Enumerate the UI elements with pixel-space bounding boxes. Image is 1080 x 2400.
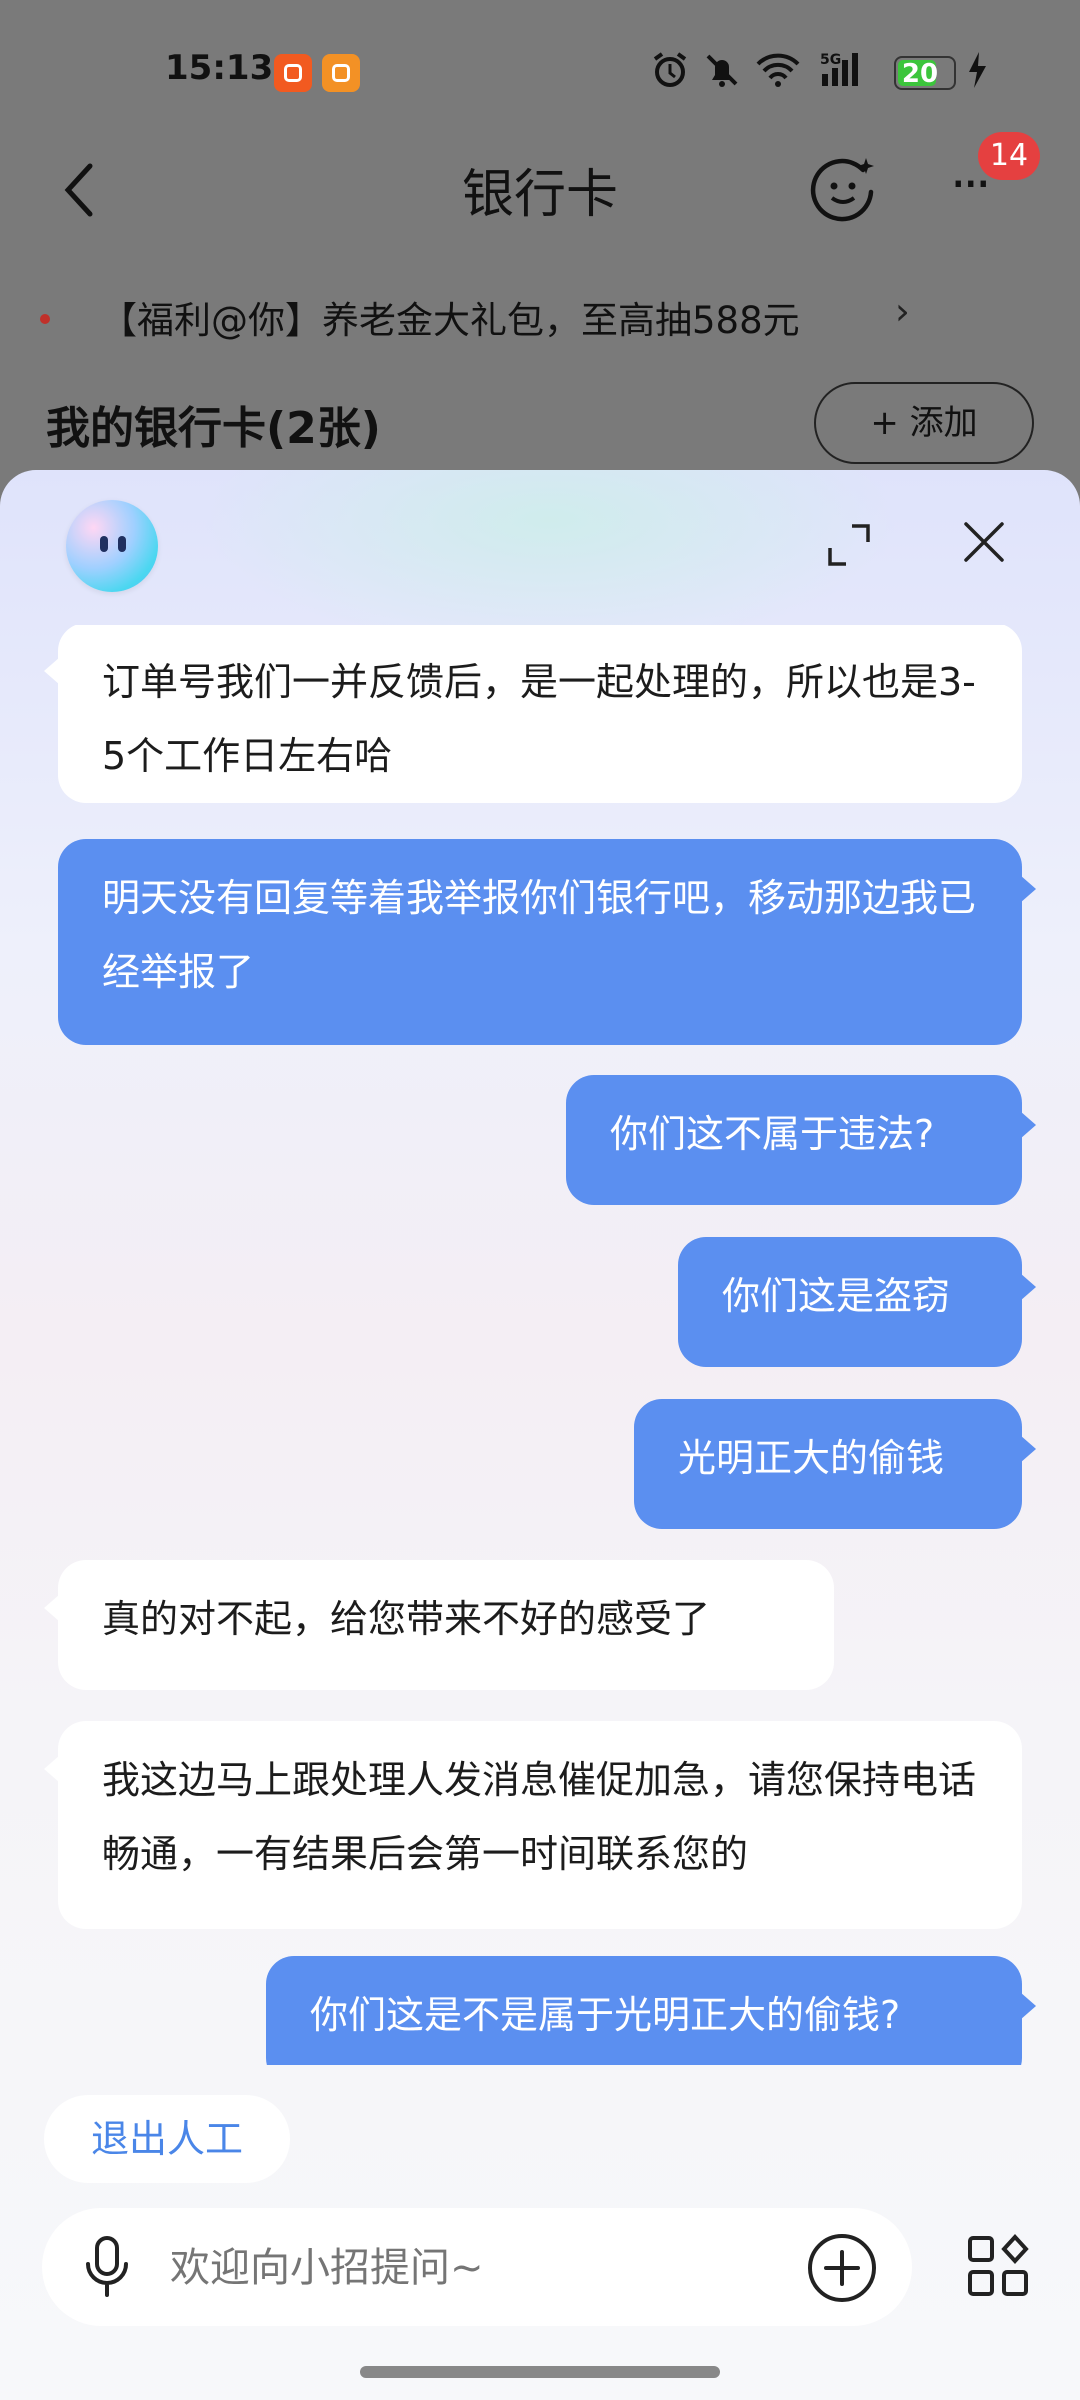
bot-message: 我这边马上跟处理人发消息催促加急，请您保持电话畅通，一有结果后会第一时间联系您的 [44,1721,1022,1929]
battery-icon: 20 [894,56,956,90]
user-message: 明天没有回复等着我举报你们银行吧，移动那边我已经举报了 [58,839,1036,1045]
page-title: 银行卡 [461,165,618,225]
grid-icon[interactable] [966,2234,1030,2298]
status-time: 15:13 [165,48,274,88]
user-message: 光明正大的偷钱 [634,1399,1036,1529]
app-notification-icon [322,54,360,92]
chevron-right-icon: › [895,290,910,333]
smile-ai-icon[interactable] [808,152,878,222]
expand-icon[interactable] [826,522,872,568]
mute-bell-icon [706,54,738,87]
bot-message: 订单号我们一并反馈后，是一起处理的，所以也是3-5个工作日左右哈 [44,625,1022,803]
user-message: 你们这是不是属于光明正大的偷钱? [266,1956,1036,2065]
home-indicator[interactable] [360,2366,720,2378]
navigation-bar: 银行卡 ··· [0,140,1080,240]
promo-dot [40,314,50,324]
signal-5g-icon: 5G [820,52,858,86]
user-message: 你们这是盗窃 [678,1237,1036,1367]
exit-manual-button[interactable]: 退出人工 [44,2095,290,2183]
message-list: 订单号我们一并反馈后，是一起处理的，所以也是3-5个工作日左右哈 明天没有回复等… [0,625,1080,2065]
assistant-chat-sheet: 订单号我们一并反馈后，是一起处理的，所以也是3-5个工作日左右哈 明天没有回复等… [0,470,1080,2400]
status-bar: 15:13 5G 20 [0,0,1080,140]
promo-text: 【福利@你】养老金大礼包，至高抽588元 [100,299,800,342]
notification-count-badge: 14 [978,132,1040,180]
plus-icon[interactable] [806,2232,878,2304]
chat-input-bar [42,2208,912,2328]
assistant-avatar [66,500,158,592]
promo-banner[interactable]: 【福利@你】养老金大礼包，至高抽588元 › [40,290,1040,350]
chat-input[interactable] [168,2208,732,2328]
bot-message: 真的对不起，给您带来不好的感受了 [44,1560,834,1690]
close-icon[interactable] [962,520,1006,564]
wifi-icon [756,53,800,87]
svg-text:5G: 5G [820,52,841,68]
user-message: 你们这不属于违法? [566,1075,1036,1205]
mic-icon[interactable] [82,2234,132,2300]
alarm-icon [653,52,687,87]
charging-icon [969,52,986,88]
app-notification-icon [274,54,312,92]
add-card-button[interactable]: + 添加 [814,382,1034,464]
my-cards-heading: 我的银行卡(2张) [46,403,381,454]
